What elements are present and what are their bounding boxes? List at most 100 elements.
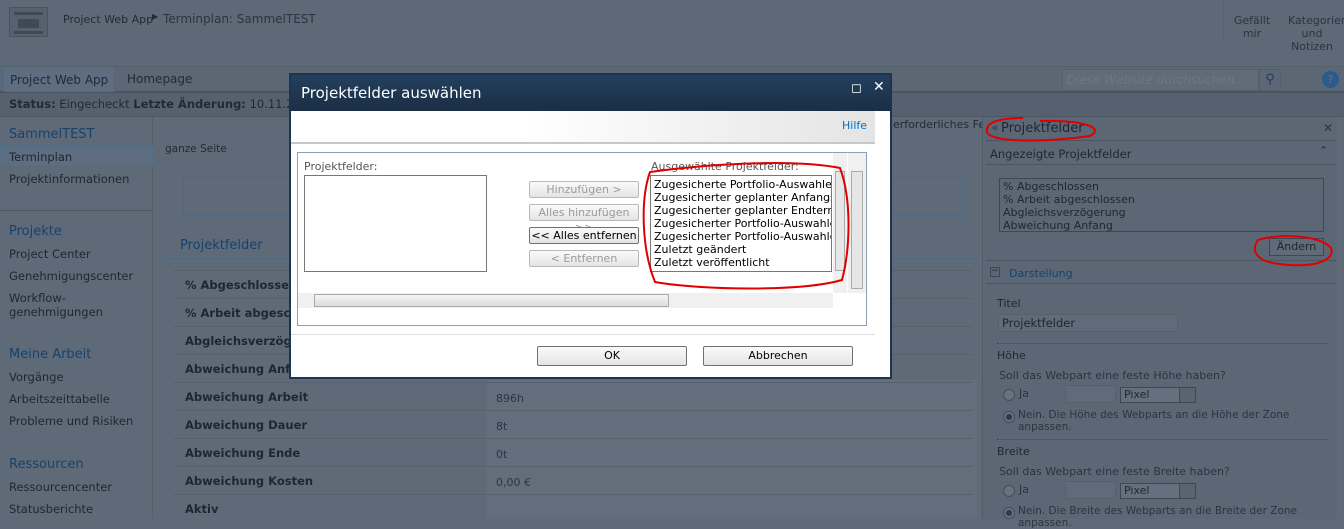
collapse-pane-icon[interactable]: ◀	[991, 123, 997, 132]
width-question: Soll das Webpart eine feste Breite haben…	[999, 465, 1230, 478]
add-button[interactable]: Hinzufügen >	[529, 181, 639, 198]
top-bar: Project Web App ▶ Terminplan: SammelTEST…	[0, 0, 1344, 66]
title-label: Titel	[997, 297, 1021, 310]
sidebar-item-probleme[interactable]: Probleme und Risiken	[9, 414, 133, 428]
field-value: 8t	[496, 420, 508, 433]
field-name: % Abgeschlosse	[185, 278, 289, 292]
table-row: Abweichung Ende 0t	[173, 438, 973, 466]
sidebar-group-ressourcen[interactable]: Ressourcen	[9, 457, 84, 472]
inner-vertical-scrollbar[interactable]	[833, 153, 847, 293]
maximize-icon[interactable]: ◻	[851, 81, 862, 96]
height-unit-select[interactable]: Pixel	[1120, 387, 1196, 403]
webpart-title: Projektfelder	[180, 238, 263, 253]
field-name: Abgleichsverzög	[185, 334, 292, 348]
height-yes-radio[interactable]	[1003, 389, 1015, 401]
sidebar-item-statusberichte[interactable]: Statusberichte	[9, 502, 93, 516]
selected-field-item[interactable]: Zuletzt geändert	[651, 243, 831, 256]
displayed-field-item[interactable]: % Abgeschlossen	[1003, 180, 1320, 193]
width-no-label: Nein. Die Breite des Webparts an die Bre…	[1018, 505, 1298, 529]
collapse-section-icon[interactable]: ⌃	[1319, 144, 1328, 157]
height-yes-label: Ja	[1019, 387, 1029, 400]
selected-label: Ausgewählte Projektfelder:	[651, 160, 799, 173]
width-label: Breite	[997, 445, 1030, 458]
selected-field-item[interactable]: Zugesicherter geplanter Endtermin	[651, 204, 831, 217]
width-unit-select[interactable]: Pixel	[1120, 483, 1196, 499]
tab-homepage[interactable]: Homepage	[127, 72, 192, 86]
add-all-button[interactable]: Alles hinzufügen >>	[529, 204, 639, 234]
collapse-darstellung-icon[interactable]: −	[990, 267, 1000, 277]
site-logo-icon[interactable]	[9, 7, 48, 37]
changed-label: Letzte Änderung:	[133, 97, 246, 111]
available-label: Projektfelder:	[304, 160, 378, 173]
section-darstellung[interactable]: Darstellung	[1009, 267, 1073, 280]
site-title[interactable]: SammelTEST	[9, 127, 95, 142]
height-question: Soll das Webpart eine feste Höhe haben?	[999, 369, 1226, 382]
table-row: Aktiv	[173, 494, 973, 522]
width-unit-value: Pixel	[1124, 484, 1150, 497]
height-no-radio[interactable]	[1003, 411, 1015, 423]
breadcrumb-arrow-icon: ▶	[152, 12, 159, 21]
change-button[interactable]: Ändern	[1269, 238, 1324, 256]
section-displayed-fields[interactable]: Angezeigte Projektfelder	[990, 147, 1131, 161]
field-value: 0,00 €	[496, 476, 531, 489]
sidebar-item-terminplan[interactable]: Terminplan	[0, 146, 153, 166]
selected-fields-list[interactable]: Zugesicherte Portfolio-AuswahlentscZuges…	[650, 175, 832, 272]
dropdown-arrow-icon	[1179, 484, 1195, 498]
sidebar-item-genehmigungscenter[interactable]: Genehmigungscenter	[9, 269, 133, 283]
available-fields-list[interactable]	[304, 175, 487, 272]
sidebar-item-arbeitszeittabelle[interactable]: Arbeitszeittabelle	[9, 392, 110, 406]
tab-project-web-app[interactable]: Project Web App	[4, 67, 115, 92]
width-yes-radio[interactable]	[1003, 485, 1015, 497]
close-icon[interactable]: ✕	[873, 79, 885, 95]
remove-button[interactable]: < Entfernen	[529, 250, 639, 267]
height-label: Höhe	[997, 349, 1026, 362]
status-label: Status:	[9, 97, 56, 111]
changed-value: 10.11.2	[249, 97, 294, 111]
sidebar-group-meine-arbeit[interactable]: Meine Arbeit	[9, 347, 91, 362]
sidebar-item-workflow[interactable]: Workflow-genehmigungen	[9, 291, 109, 319]
zone-label: ganze Seite	[165, 143, 227, 155]
height-value-input[interactable]	[1065, 385, 1116, 403]
table-row: Abweichung Dauer 8t	[173, 410, 973, 438]
search-input[interactable]	[1062, 69, 1259, 91]
search-icon[interactable]: ⚲	[1259, 69, 1281, 91]
sidebar-item-projektinformationen[interactable]: Projektinformationen	[9, 172, 129, 186]
displayed-field-item[interactable]: Abweichung Anfang	[1003, 219, 1320, 232]
selected-field-item[interactable]: Zugesicherter Portfolio-Auswahlents	[651, 230, 831, 243]
field-name: Abweichung Arbeit	[185, 390, 309, 404]
ok-button[interactable]: OK	[537, 346, 687, 366]
help-link[interactable]: Hilfe	[842, 119, 867, 132]
horizontal-scrollbar[interactable]	[298, 293, 833, 308]
sidebar-group-projekte[interactable]: Projekte	[9, 224, 62, 239]
tool-pane: ◀ Projektfelder ✕ Angezeigte Projektfeld…	[982, 117, 1337, 529]
displayed-field-item[interactable]: % Arbeit abgeschlossen	[1003, 193, 1320, 206]
displayed-field-item[interactable]: Abgleichsverzögerung	[1003, 206, 1320, 219]
title-input[interactable]	[998, 314, 1178, 332]
height-unit-value: Pixel	[1124, 388, 1150, 401]
dialog-title: Projektfelder auswählen	[291, 75, 890, 111]
width-value-input[interactable]	[1065, 481, 1116, 499]
selected-field-item[interactable]: Zugesicherter Portfolio-Auswahlents	[651, 217, 831, 230]
remove-all-button[interactable]: << Alles entfernen	[529, 227, 639, 244]
width-no-radio[interactable]	[1003, 507, 1015, 519]
sidebar-item-ressourcencenter[interactable]: Ressourcencenter	[9, 480, 112, 494]
selected-field-item[interactable]: Zugesicherte Portfolio-Auswahlentsc	[651, 178, 831, 191]
cancel-button[interactable]: Abbrechen	[703, 346, 853, 366]
selected-field-item[interactable]: Zuletzt veröffentlicht	[651, 256, 831, 269]
sidebar-item-project-center[interactable]: Project Center	[9, 247, 91, 261]
breadcrumb-page: Terminplan: SammelTEST	[163, 12, 316, 26]
width-yes-label: Ja	[1019, 483, 1029, 496]
field-name: Abweichung Dauer	[185, 418, 308, 432]
like-button[interactable]: Gefällt mir	[1232, 14, 1272, 40]
sidebar-item-vorgaenge[interactable]: Vorgänge	[9, 370, 64, 384]
help-icon[interactable]: ?	[1322, 71, 1339, 88]
close-pane-icon[interactable]: ✕	[1323, 121, 1333, 135]
breadcrumb-root[interactable]: Project Web App	[63, 13, 153, 26]
selected-field-item[interactable]: Zugesicherter geplanter Anfangsterm	[651, 191, 831, 204]
displayed-fields-list[interactable]: % Abgeschlossen% Arbeit abgeschlossen Abg…	[999, 178, 1324, 232]
height-no-label: Nein. Die Höhe des Webparts an die Höhe …	[1018, 409, 1290, 433]
field-name: % Arbeit abgesc	[185, 306, 291, 320]
field-name: Abweichung Kosten	[185, 474, 314, 488]
tags-notes-button[interactable]: Kategorien und Notizen	[1288, 14, 1344, 53]
outer-vertical-scrollbar[interactable]	[848, 153, 866, 293]
